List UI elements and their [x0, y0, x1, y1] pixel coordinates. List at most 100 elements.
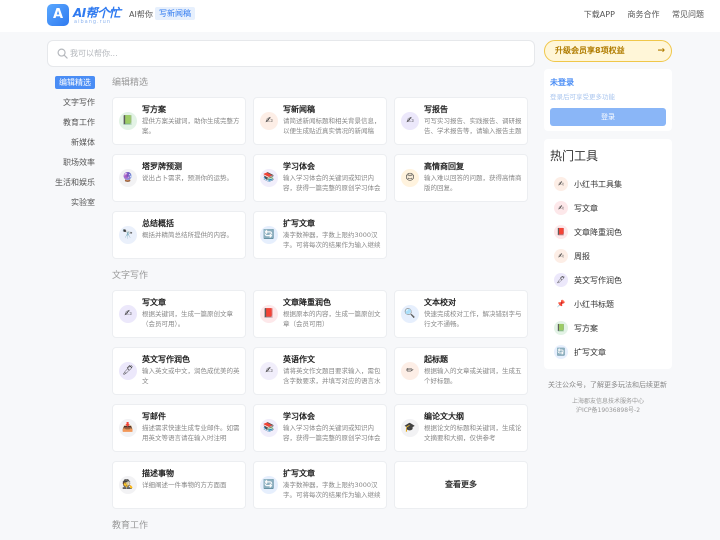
category-menu: 编辑精选 文字写作 教育工作 新媒体 职场效率 生活和娱乐 实验室 — [47, 75, 99, 215]
refresh-icon: 🔄 — [260, 226, 278, 244]
footer-icp[interactable]: 沪ICP备19036898号-2 — [544, 405, 672, 414]
logo[interactable]: A — [47, 4, 69, 26]
card-desc: 请将英文作文题目要求输入，需包含字数要求，并填写对应的语言水平 — [283, 367, 381, 385]
header: A AI帮个忙 aibang.run AI帮你 写新闻稿 下载APP 商务合作 … — [0, 0, 720, 32]
card-title: 英文写作润色 — [142, 355, 190, 364]
tool-card-report[interactable]: ✍ 写报告 可写实习报告、实践报告、调研报告、学术报告等，请输入报告主题 — [394, 97, 528, 145]
plan-icon: 📗 — [554, 321, 568, 335]
menu-item-lab[interactable]: 实验室 — [47, 195, 99, 215]
tool-card-plan[interactable]: 📗 写方案 提供方案关键词，助你生成完整方案。 — [112, 97, 246, 145]
hot-tool-label: 写文章 — [574, 204, 598, 213]
pin-icon: 📌 — [554, 297, 568, 311]
pen-icon: ✍ — [260, 112, 278, 130]
tool-card-thesis-outline[interactable]: 🎓 编论文大纲 根据论文的标题和关键词，生成论文摘要和大纲，仅供参考 — [394, 404, 528, 452]
login-status: 未登录 — [550, 78, 574, 87]
book-icon: 📕 — [260, 305, 278, 323]
card-title: 文本校对 — [424, 298, 456, 307]
smile-icon: 😊 — [401, 169, 419, 187]
telescope-icon: 🔭 — [119, 226, 137, 244]
top-nav: 下载APP 商务合作 常见问题 — [574, 9, 704, 20]
nav-faq[interactable]: 常见问题 — [672, 10, 704, 19]
refresh-icon: 🔄 — [260, 476, 278, 494]
menu-item-new-media[interactable]: 新媒体 — [47, 135, 99, 155]
card-title: 写邮件 — [142, 412, 166, 421]
menu-item-life[interactable]: 生活和娱乐 — [47, 175, 99, 195]
nav-download-app[interactable]: 下载APP — [584, 10, 615, 19]
pen-icon: ✍ — [554, 249, 568, 263]
hot-tools-panel: 热门工具 ✍ 小红书工具集 ✍ 写文章 📕 文章降重润色 ✍ 周报 🖊 英文写作… — [544, 139, 672, 369]
section-title-editor-picks: 编辑精选 — [112, 78, 149, 88]
menu-item-writing[interactable]: 文字写作 — [47, 95, 99, 115]
graduation-cap-icon: 🎓 — [401, 419, 419, 437]
tool-card-study-2[interactable]: 📚 学习体会 输入学习体会的关键词或知识内容，获得一篇完整的原创学习体会 — [253, 404, 387, 452]
tool-card-rewrite[interactable]: 📕 文章降重润色 根据原本的内容，生成一篇原创文章（会员可用） — [253, 290, 387, 338]
login-tip: 登录后可享受更多功能 — [550, 93, 615, 101]
card-title: 总结概括 — [142, 219, 174, 228]
tool-card-english-essay[interactable]: ✍ 英语作文 请将英文作文题目要求输入，需包含字数要求，并填写对应的语言水平 — [253, 347, 387, 395]
tool-card-study[interactable]: 📚 学习体会 输入学习体会的关键词或知识内容，获得一篇完整的原创学习体会 — [253, 154, 387, 202]
menu-item-editor-picks[interactable]: 编辑精选 — [47, 75, 99, 95]
pencil-icon: ✏ — [401, 362, 419, 380]
hot-tool-label: 小红书标题 — [574, 300, 614, 309]
view-more-button[interactable]: 查看更多 — [394, 461, 528, 509]
tool-card-article[interactable]: ✍ 写文章 根据关键词，生成一篇原创文章（会员可用）。 — [112, 290, 246, 338]
card-desc: 凑字数神器，字数上限约3000汉字。可将每次的结果作为输入继续扩写 — [283, 481, 381, 499]
tool-card-english-polish[interactable]: 🖊 英文写作润色 输入英文或中文，润色成优美的英文 — [112, 347, 246, 395]
upgrade-vip-button[interactable]: 升级会员享8项权益 → — [544, 40, 672, 62]
tool-card-eq-reply[interactable]: 😊 高情商回复 输入难以回答的问题，获得高情商版的回复。 — [394, 154, 528, 202]
search-icon — [57, 48, 68, 59]
refresh-icon: 🔄 — [554, 345, 568, 359]
card-desc: 请简述新闻标题和相关背景信息，以便生成贴近真实情况的新闻稿 — [283, 117, 381, 135]
inbox-icon: 📥 — [119, 419, 137, 437]
card-title: 扩写文章 — [283, 469, 315, 478]
tool-card-headline[interactable]: ✏ 起标题 根据输入的文章或关键词，生成五个好标题。 — [394, 347, 528, 395]
pen-icon: ✍ — [260, 362, 278, 380]
card-desc: 说出占卜需求，预测你的运势。 — [142, 174, 233, 182]
arrow-right-icon: → — [657, 46, 665, 56]
tool-card-expand-2[interactable]: 🔄 扩写文章 凑字数神器，字数上限约3000汉字。可将每次的结果作为输入继续扩写 — [253, 461, 387, 509]
login-panel: 未登录 登录后可享受更多功能 登录 — [544, 69, 672, 131]
card-desc: 凑字数神器，字数上限约3000汉字。可将每次的结果作为输入继续扩写 — [283, 231, 381, 249]
card-desc: 快速完成校对工作，解决错别字与行文不通畅。 — [424, 310, 522, 328]
card-title: 扩写文章 — [283, 219, 315, 228]
pen-icon: 🖊 — [119, 362, 137, 380]
tool-card-news[interactable]: ✍ 写新闻稿 请简述新闻标题和相关背景信息，以便生成贴近真实情况的新闻稿 — [253, 97, 387, 145]
card-desc: 根据论文的标题和关键词，生成论文摘要和大纲，仅供参考 — [424, 424, 522, 442]
plan-icon: 📗 — [119, 112, 137, 130]
card-title: 写新闻稿 — [283, 105, 315, 114]
pen-icon: ✍ — [554, 177, 568, 191]
card-title: 塔罗牌预测 — [142, 162, 182, 171]
card-desc: 输入学习体会的关键词或知识内容，获得一篇完整的原创学习体会 — [283, 174, 381, 192]
card-desc: 根据关键词，生成一篇原创文章（会员可用）。 — [142, 310, 233, 328]
tool-card-describe[interactable]: 🕵 描述事物 详细阐述一件事物的方方面面 — [112, 461, 246, 509]
hot-tools-title: 热门工具 — [550, 149, 599, 163]
card-desc: 详细阐述一件事物的方方面面 — [142, 481, 227, 489]
menu-item-workplace[interactable]: 职场效率 — [47, 155, 99, 175]
card-title: 写文章 — [142, 298, 166, 307]
card-title: 学习体会 — [283, 162, 315, 171]
tool-card-tarot[interactable]: 🔮 塔罗牌预测 说出占卜需求，预测你的运势。 — [112, 154, 246, 202]
tool-card-expand[interactable]: 🔄 扩写文章 凑字数神器，字数上限约3000汉字。可将每次的结果作为输入继续扩写 — [253, 211, 387, 259]
upgrade-label: 升级会员享8项权益 — [555, 46, 625, 55]
hot-tool-label: 扩写文章 — [574, 348, 606, 357]
nav-business[interactable]: 商务合作 — [627, 10, 659, 19]
pen-icon: ✍ — [119, 305, 137, 323]
pen-icon: ✍ — [554, 201, 568, 215]
card-title: 高情商回复 — [424, 162, 464, 171]
tool-card-proofread[interactable]: 🔍 文本校对 快速完成校对工作，解决错别字与行文不通畅。 — [394, 290, 528, 338]
card-desc: 可写实习报告、实践报告、调研报告、学术报告等，请输入报告主题 — [424, 117, 522, 135]
login-button[interactable]: 登录 — [550, 108, 666, 126]
pen-icon: ✍ — [401, 112, 419, 130]
search-input[interactable] — [70, 41, 510, 66]
tool-card-email[interactable]: 📥 写邮件 描述需求快速生成专业邮件。如需用英文等语言请在输入时注明 — [112, 404, 246, 452]
footer-company: 上海郡友信息技术服务中心 — [571, 398, 644, 405]
books-icon: 📚 — [260, 419, 278, 437]
card-desc: 提供方案关键词，助你生成完整方案。 — [142, 117, 240, 135]
card-desc: 输入学习体会的关键词或知识内容，获得一篇完整的原创学习体会 — [283, 424, 381, 442]
menu-item-education[interactable]: 教育工作 — [47, 115, 99, 135]
card-title: 起标题 — [424, 355, 448, 364]
tool-card-summary[interactable]: 🔭 总结概括 概括并精简总结所提供的内容。 — [112, 211, 246, 259]
section-title-writing: 文字写作 — [112, 271, 149, 281]
search-bar[interactable] — [47, 40, 535, 67]
crystal-ball-icon: 🔮 — [119, 169, 137, 187]
